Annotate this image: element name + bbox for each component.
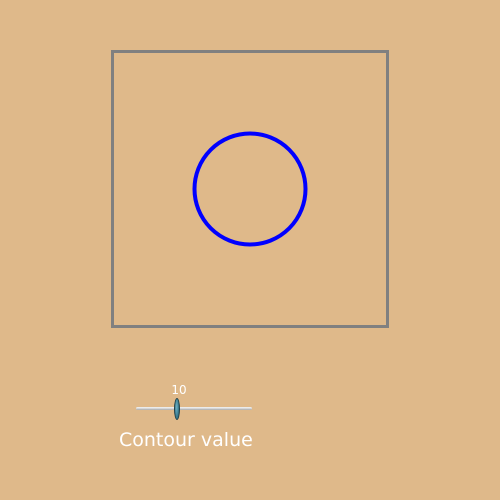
render-viewport[interactable] — [0, 0, 500, 500]
contour-value-slider[interactable]: 10 — [136, 382, 254, 422]
bounding-box-outline — [111, 50, 389, 328]
slider-value-label: 10 — [171, 383, 187, 397]
contour-circle — [192, 131, 308, 247]
slider-track[interactable] — [136, 407, 252, 410]
slider-title: Contour value — [119, 429, 253, 451]
slider-thumb[interactable] — [174, 398, 180, 420]
